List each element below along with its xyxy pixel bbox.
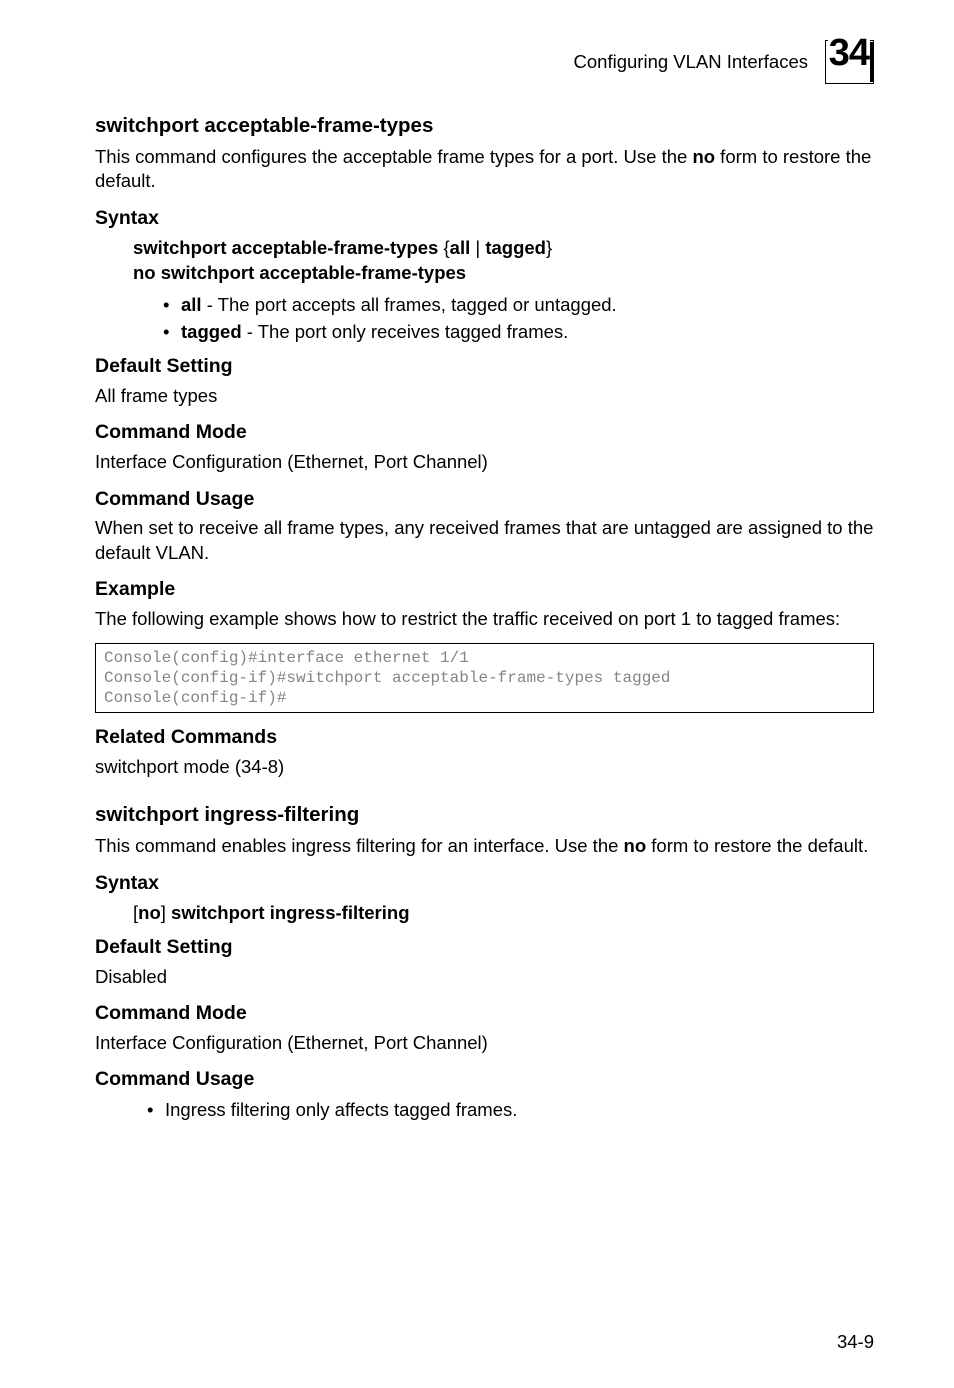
related-heading: Related Commands bbox=[95, 725, 874, 751]
usage-value: When set to receive all frame types, any… bbox=[95, 516, 874, 565]
cmd: switchport acceptable-frame-types bbox=[133, 237, 438, 258]
usage-heading: Command Usage bbox=[95, 487, 874, 513]
mode-value: Interface Configuration (Ethernet, Port … bbox=[95, 1031, 874, 1055]
syntax-block: [no] switchport ingress-filtering bbox=[133, 901, 874, 925]
mode-heading: Command Mode bbox=[95, 1001, 874, 1027]
opt: all bbox=[450, 237, 471, 258]
chapter-number: 34 bbox=[828, 34, 870, 72]
syntax-block: switchport acceptable-frame-types {all |… bbox=[133, 236, 874, 286]
section1-intro: This command configures the acceptable f… bbox=[95, 145, 874, 194]
default-heading: Default Setting bbox=[95, 935, 874, 961]
usage-list: Ingress filtering only affects tagged fr… bbox=[147, 1098, 874, 1122]
text: - The port accepts all frames, tagged or… bbox=[202, 294, 617, 315]
example-heading: Example bbox=[95, 577, 874, 603]
cmd: no switchport acceptable-frame-types bbox=[133, 262, 466, 283]
example-intro: The following example shows how to restr… bbox=[95, 607, 874, 631]
page-number: 34-9 bbox=[837, 1330, 874, 1354]
mode-heading: Command Mode bbox=[95, 420, 874, 446]
default-value: Disabled bbox=[95, 965, 874, 989]
related-value: switchport mode (34-8) bbox=[95, 755, 874, 779]
list-item: Ingress filtering only affects tagged fr… bbox=[147, 1098, 874, 1122]
syntax-heading: Syntax bbox=[95, 871, 874, 897]
section1-title: switchport acceptable-frame-types bbox=[95, 112, 874, 139]
syntax-heading: Syntax bbox=[95, 206, 874, 232]
section2-title: switchport ingress-filtering bbox=[95, 801, 874, 828]
punct: { bbox=[438, 237, 449, 258]
mode-value: Interface Configuration (Ethernet, Port … bbox=[95, 450, 874, 474]
opt: all bbox=[181, 294, 202, 315]
opt: tagged bbox=[485, 237, 546, 258]
text: - The port only receives tagged frames. bbox=[242, 321, 569, 342]
text: form to restore the default. bbox=[646, 835, 868, 856]
chapter-badge: 34 bbox=[822, 40, 874, 84]
syntax-options-list: all - The port accepts all frames, tagge… bbox=[163, 293, 874, 344]
syntax-line: switchport acceptable-frame-types {all |… bbox=[133, 236, 874, 260]
default-heading: Default Setting bbox=[95, 354, 874, 380]
punct: } bbox=[546, 237, 552, 258]
text: This command enables ingress filtering f… bbox=[95, 835, 624, 856]
syntax-line: [no] switchport ingress-filtering bbox=[133, 901, 874, 925]
opt: no bbox=[138, 902, 161, 923]
running-head-text: Configuring VLAN Interfaces bbox=[574, 50, 808, 74]
punct: ] bbox=[161, 902, 171, 923]
usage-heading: Command Usage bbox=[95, 1067, 874, 1093]
list-item: tagged - The port only receives tagged f… bbox=[163, 320, 874, 344]
punct: | bbox=[470, 237, 485, 258]
text-bold: no bbox=[624, 835, 647, 856]
running-header: Configuring VLAN Interfaces 34 bbox=[95, 40, 874, 84]
example-code: Console(config)#interface ethernet 1/1 C… bbox=[95, 643, 874, 713]
opt: tagged bbox=[181, 321, 242, 342]
syntax-line: no switchport acceptable-frame-types bbox=[133, 261, 874, 285]
text: This command configures the acceptable f… bbox=[95, 146, 692, 167]
cmd: switchport ingress-filtering bbox=[171, 902, 409, 923]
page: Configuring VLAN Interfaces 34 switchpor… bbox=[0, 0, 954, 1388]
list-item: all - The port accepts all frames, tagge… bbox=[163, 293, 874, 317]
text-bold: no bbox=[692, 146, 715, 167]
default-value: All frame types bbox=[95, 384, 874, 408]
section2-intro: This command enables ingress filtering f… bbox=[95, 834, 874, 858]
